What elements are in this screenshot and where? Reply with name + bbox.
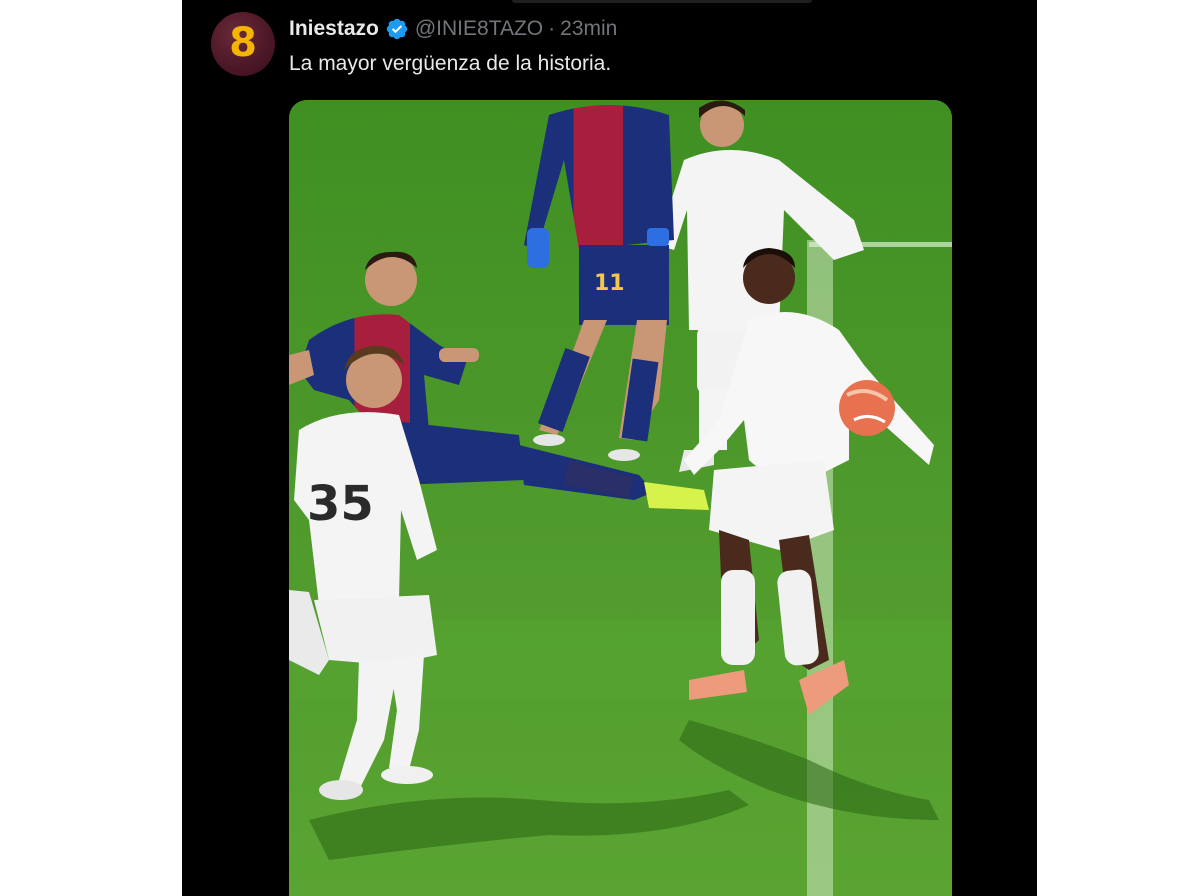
avatar-logo: 8 — [229, 20, 257, 66]
author-display-name[interactable]: Iniestazo — [289, 17, 379, 41]
jersey-number-35: 35 — [307, 476, 374, 532]
tweet-text: La mayor vergüenza de la historia. — [289, 52, 612, 75]
tweet-media-photo[interactable]: 11 35 — [289, 100, 952, 896]
football-photo: 11 35 — [289, 100, 952, 896]
tweet-timestamp[interactable]: 23min — [560, 17, 617, 41]
verified-badge-icon — [385, 17, 409, 41]
avatar[interactable]: 8 — [211, 12, 275, 76]
tweet-header: Iniestazo @INIE8TAZO · 23min — [289, 14, 617, 44]
jersey-number-11: 11 — [594, 271, 625, 296]
author-handle[interactable]: @INIE8TAZO — [415, 17, 543, 41]
page: 8 Iniestazo @INIE8TAZO · 23min La mayor … — [0, 0, 1200, 896]
tweet-panel: 8 Iniestazo @INIE8TAZO · 23min La mayor … — [182, 0, 1037, 896]
top-divider — [512, 0, 812, 3]
header-separator: · — [548, 17, 556, 40]
